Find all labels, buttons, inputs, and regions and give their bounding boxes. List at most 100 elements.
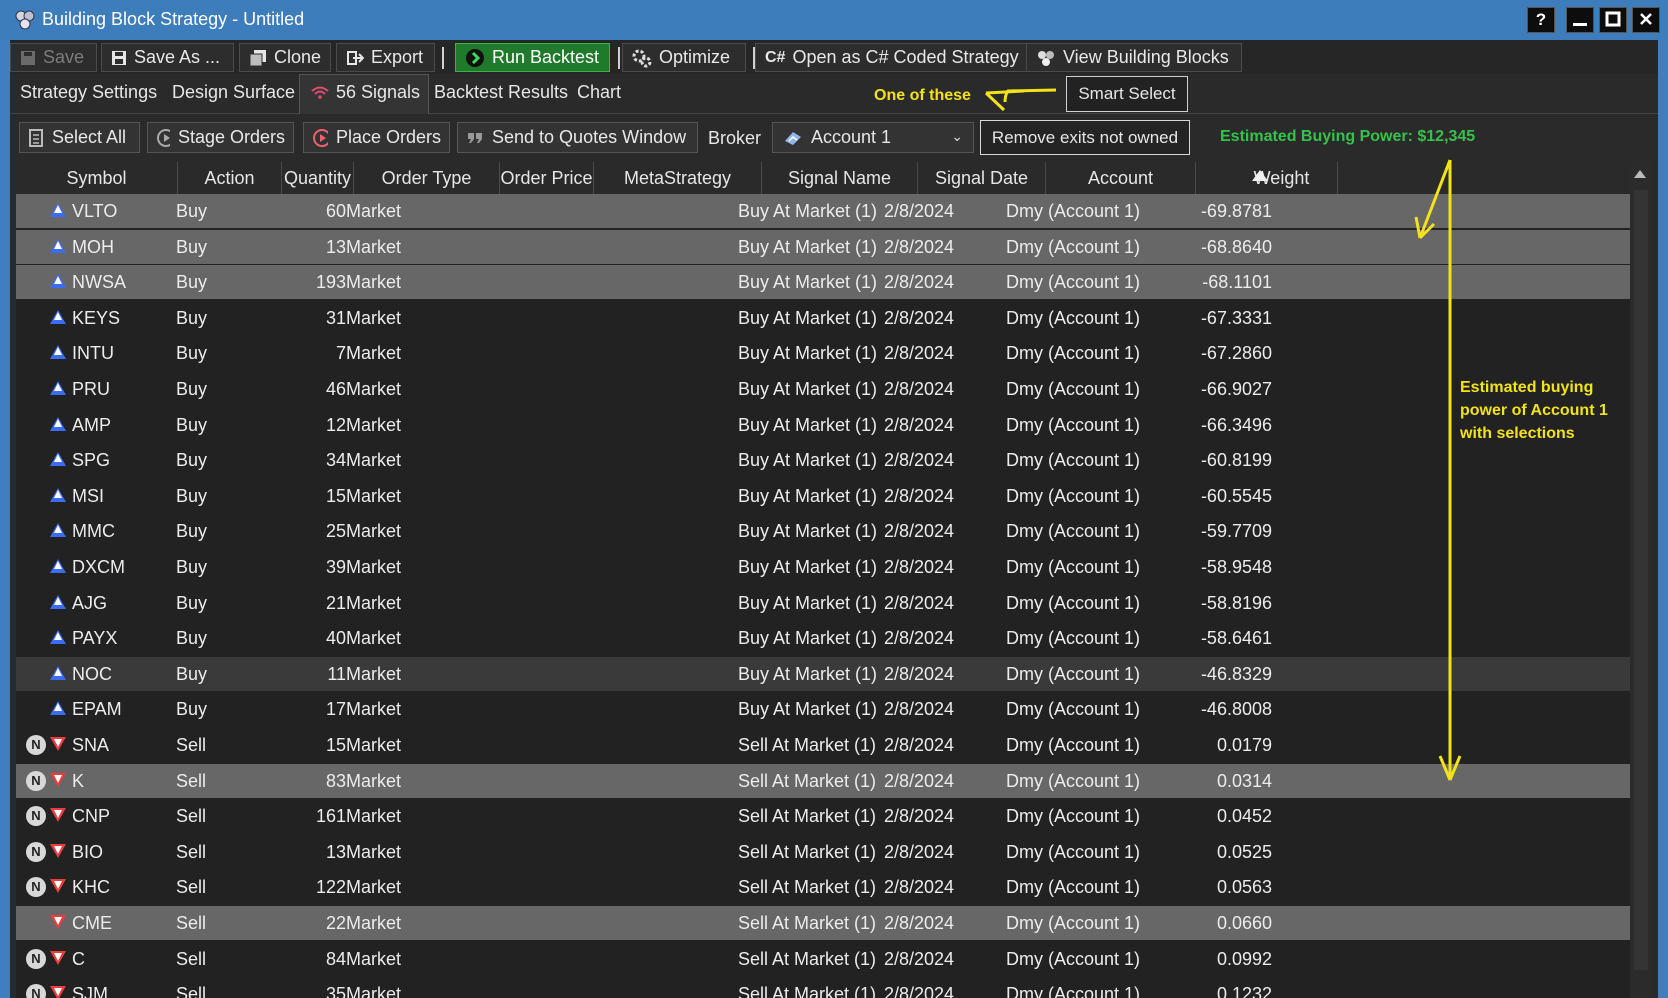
table-row[interactable]: N CNP Sell 161 Market Sell At Market (1) 2/8/2… [16, 799, 1630, 833]
place-orders-button[interactable]: Place Orders [303, 122, 450, 153]
account-select[interactable]: Account 1 ⌄ [772, 122, 974, 153]
cell-signal-date: 2/8/2024 [884, 877, 955, 898]
quotes-icon [468, 132, 482, 143]
table-row[interactable]: VLTO Buy 60 Market Buy At Market (1) 2/8/2024… [16, 194, 1630, 228]
table-row[interactable]: MMC Buy 25 Market Buy At Market (1) 2/8/2024 D… [16, 514, 1630, 548]
vertical-scrollbar[interactable] [1630, 162, 1652, 998]
cell-symbol: DXCM [72, 557, 125, 577]
cell-account: Dmy (Account 1) [1006, 735, 1141, 755]
cell-symbol: SPG [72, 450, 111, 471]
table-row[interactable]: MSI Buy 15 Market Buy At Market (1) 2/8/2024 D… [16, 479, 1630, 513]
save-as-button[interactable]: Save As ... [101, 43, 234, 72]
table-row[interactable]: N C Sell 84 Market Sell At Market (1) 2/8/2024… [16, 942, 1630, 976]
table-row[interactable]: SPG Buy 34 Market Buy At Market (1) 2/8/2024 D… [16, 443, 1630, 477]
help-button[interactable]: ? [1527, 7, 1555, 33]
table-row[interactable]: INTU Buy 7 Market Buy At Market (1) 2/8/2024 D… [16, 336, 1630, 370]
column-header-order-price[interactable]: Order Price [500, 162, 594, 194]
cell-weight: -68.8640 [1200, 236, 1272, 257]
cell-signal-date: 2/8/2024 [884, 343, 955, 364]
cell-account: Dmy (Account 1) [1006, 663, 1141, 684]
table-row[interactable]: NOC Buy 11 Market Buy At Market (1) 2/8/2024 D… [16, 656, 1630, 691]
column-header-quantity[interactable]: Quantity [282, 162, 354, 194]
table-row[interactable]: N BIO Sell 13 Market Sell At Market (1) 2/8/20… [16, 835, 1630, 869]
cell-account: Dmy (Account 1) [1006, 984, 1141, 998]
tab-strategy-settings[interactable]: Strategy Settings [20, 82, 157, 103]
cell-symbol: KEYS [72, 307, 121, 328]
new-position-badge: N [26, 735, 46, 755]
scroll-up-icon[interactable] [1634, 170, 1646, 178]
table-row[interactable]: AMP Buy 12 Market Buy At Market (1) 2/8/2024 D… [16, 408, 1630, 442]
cell-account: Dmy (Account 1) [1006, 379, 1141, 399]
export-label: Export [371, 47, 424, 67]
cell-action: Sell [176, 735, 207, 755]
cell-order-type: Market [346, 343, 402, 364]
column-header-signal-name[interactable]: Signal Name [762, 162, 918, 194]
column-header-symbol[interactable]: Symbol [16, 162, 178, 194]
tab-signals-label: 56 Signals [336, 82, 421, 102]
minimize-button[interactable] [1566, 7, 1594, 33]
stage-orders-label: Stage Orders [177, 127, 285, 147]
buy-triangle-inner [54, 489, 62, 498]
run-backtest-button[interactable]: Run Backtest [455, 43, 610, 72]
table-row[interactable]: N K Sell 83 Market Sell At Market (1) 2/8/2024… [16, 763, 1630, 798]
table-row[interactable]: MOH Buy 13 Market Buy At Market (1) 2/8/2024 D… [16, 229, 1630, 264]
cell-account: Dmy (Account 1) [1006, 485, 1141, 506]
cell-symbol: VLTO [72, 201, 118, 221]
cell-quantity: 31 [325, 307, 346, 328]
cell-account: Dmy (Account 1) [1006, 913, 1141, 933]
column-header-signal-date[interactable]: Signal Date [918, 162, 1046, 194]
place-orders-label: Place Orders [335, 127, 441, 147]
column-header-order-type[interactable]: Order Type [354, 162, 500, 194]
column-header-metastrategy[interactable]: MetaStrategy [594, 162, 762, 194]
cell-order-type: Market [346, 414, 402, 435]
open-csharp-label: Open as C# Coded Strategy [792, 47, 1019, 67]
table-row[interactable]: AJG Buy 21 Market Buy At Market (1) 2/8/2024 D… [16, 586, 1630, 620]
table-row[interactable]: DXCM Buy 39 Market Buy At Market (1) 2/8/2024… [16, 550, 1630, 584]
cell-signal-date: 2/8/2024 [884, 699, 955, 720]
buy-triangle-inner [54, 347, 62, 356]
table-row[interactable]: N KHC Sell 122 Market Sell At Market (1) 2/8/2… [16, 870, 1630, 904]
tab-design-surface[interactable]: Design Surface [172, 82, 295, 103]
scroll-thumb[interactable] [1634, 190, 1648, 970]
table-row[interactable]: N SJM Sell 35 Market Sell At Market (1) 2/8/20… [16, 977, 1630, 998]
table-row[interactable]: N SNA Sell 15 Market Sell At Market (1) 2/8/20… [16, 728, 1630, 762]
tab-backtest-results[interactable]: Backtest Results [434, 82, 568, 103]
send-to-quotes-button[interactable]: Send to Quotes Window [457, 122, 698, 153]
tab-chart[interactable]: Chart [577, 82, 621, 103]
sell-triangle-inner [54, 881, 62, 890]
table-row[interactable]: KEYS Buy 31 Market Buy At Market (1) 2/8/2024… [16, 301, 1630, 335]
open-csharp-button[interactable]: C# Open as C# Coded Strategy [755, 43, 1030, 72]
tab-signals[interactable]: 56 Signals [299, 74, 429, 114]
table-row[interactable]: PAYX Buy 40 Market Buy At Market (1) 2/8/2024… [16, 621, 1630, 655]
save-button[interactable]: Save [10, 43, 97, 72]
csharp-icon: C# [765, 48, 786, 66]
stage-orders-button[interactable]: Stage Orders [147, 122, 294, 153]
column-header-action[interactable]: Action [178, 162, 282, 194]
cell-signal-date: 2/8/2024 [884, 841, 955, 862]
table-row[interactable]: CME Sell 22 Market Sell At Market (1) 2/8/202… [16, 906, 1630, 940]
annotation-buying-power-2: power of Account 1 [1460, 402, 1608, 419]
column-header-account[interactable]: Account [1046, 162, 1196, 194]
sort-ascending-icon [1252, 170, 1268, 181]
cell-account: Dmy (Account 1) [1006, 806, 1141, 827]
cell-weight: -46.8329 [1200, 663, 1272, 684]
close-button[interactable] [1632, 7, 1660, 33]
table-row[interactable]: EPAM Buy 17 Market Buy At Market (1) 2/8/2024… [16, 692, 1630, 726]
buy-triangle-inner [54, 454, 62, 463]
optimize-button[interactable]: Optimize [622, 43, 746, 72]
clone-button[interactable]: Clone [239, 43, 331, 72]
table-row[interactable]: NWSA Buy 193 Market Buy At Market (1) 2/8/202… [16, 265, 1630, 300]
maximize-button[interactable] [1599, 7, 1627, 33]
cell-account: Dmy (Account 1) [1006, 557, 1141, 577]
cell-order-type: Market [346, 307, 402, 328]
cell-signal-date: 2/8/2024 [884, 414, 955, 435]
export-button[interactable]: Export [336, 43, 435, 72]
smart-select-button[interactable]: Smart Select [1066, 76, 1188, 112]
cell-order-type: Market [346, 913, 402, 933]
cell-signal-name: Buy At Market (1) [738, 379, 878, 399]
tab-bar: Strategy Settings Design Surface 56 Sign… [10, 74, 1658, 114]
select-all-button[interactable]: Select All [19, 122, 140, 153]
view-building-blocks-button[interactable]: View Building Blocks [1026, 43, 1242, 72]
remove-exits-button[interactable]: Remove exits not owned [980, 120, 1190, 155]
table-row[interactable]: PRU Buy 46 Market Buy At Market (1) 2/8/2024 D… [16, 372, 1630, 406]
